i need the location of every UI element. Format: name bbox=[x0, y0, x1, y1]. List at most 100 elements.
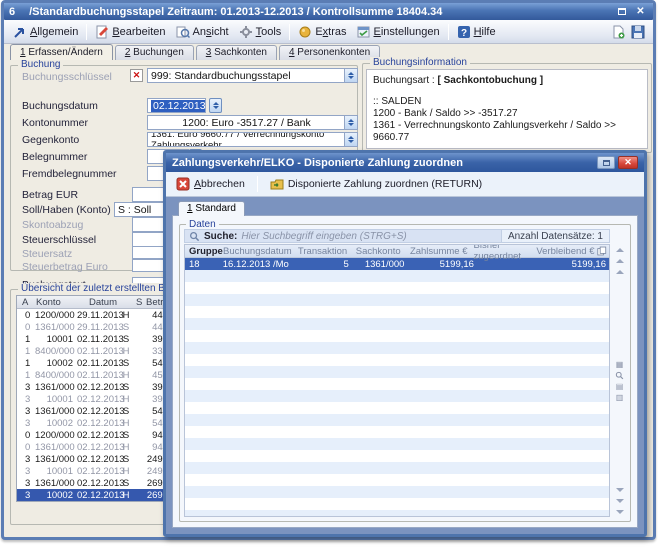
updown-icon[interactable] bbox=[209, 98, 222, 113]
table-row[interactable]: 18400/00002.11.2013H334 bbox=[17, 345, 169, 357]
table-row-empty[interactable] bbox=[185, 366, 609, 378]
save-icon[interactable] bbox=[631, 25, 645, 39]
kontonummer-label: Kontonummer bbox=[22, 117, 88, 129]
scroll-top-icon[interactable] bbox=[612, 244, 627, 255]
menu-extras[interactable]: Extras bbox=[293, 23, 351, 41]
dialog-close-button[interactable]: ✕ bbox=[618, 156, 638, 169]
info-line: 1361 - Verrechnungskonto Zahlungsverkehr… bbox=[373, 120, 641, 144]
buchung-group-label: Buchung bbox=[18, 59, 63, 70]
table-row-empty[interactable] bbox=[185, 306, 609, 318]
toolbar-separator bbox=[86, 24, 87, 40]
menu-tools[interactable]: Tools bbox=[234, 23, 287, 41]
table-row[interactable]: 31361/00002.12.2013S2499 bbox=[17, 453, 169, 465]
sollhaben-label: Soll/Haben (Konto) bbox=[22, 204, 111, 216]
toolbar-separator bbox=[257, 176, 258, 192]
table-row-empty[interactable] bbox=[185, 426, 609, 438]
table-row-empty[interactable] bbox=[185, 354, 609, 366]
table-row[interactable]: 31000202.12.2013H2699 bbox=[17, 489, 169, 501]
table-row[interactable]: 01361/00029.11.2013S446 bbox=[17, 321, 169, 333]
uebersicht-table-header[interactable]: A Konto Datum S Betrag € bbox=[17, 296, 169, 309]
table-row-empty[interactable] bbox=[185, 474, 609, 486]
info-line: :: SALDEN bbox=[373, 96, 641, 108]
table-row[interactable]: 31000102.12.2013H2499 bbox=[17, 465, 169, 477]
assign-payment-button[interactable]: Disponierte Zahlung zuordnen (RETURN) bbox=[265, 175, 487, 193]
table-row-empty[interactable] bbox=[185, 330, 609, 342]
titlebar-number: 6 bbox=[9, 6, 15, 18]
tab-buchungen[interactable]: 2 Buchungen bbox=[115, 45, 194, 60]
clear-button[interactable]: ✕ bbox=[130, 69, 143, 82]
updown-icon[interactable] bbox=[344, 69, 357, 82]
table-row-selected[interactable]: 18 16.12.2013 /Mo 5 1361/000 5199,16 519… bbox=[185, 258, 609, 270]
table-row-empty[interactable] bbox=[185, 390, 609, 402]
scroll-down-page-icon[interactable] bbox=[612, 484, 627, 495]
table-row[interactable]: 31000202.12.2013H546 bbox=[17, 417, 169, 429]
table-row-empty[interactable] bbox=[185, 294, 609, 306]
table-row-empty[interactable] bbox=[185, 462, 609, 474]
cancel-button[interactable]: Abbrechen bbox=[171, 175, 250, 193]
steuerschluessel-label: Steuerschlüssel bbox=[22, 234, 96, 246]
dialog-restore-button[interactable] bbox=[597, 156, 615, 169]
new-document-icon[interactable] bbox=[611, 25, 625, 39]
table-row[interactable]: 01200/00029.11.2013H446 bbox=[17, 309, 169, 321]
table-row-empty[interactable] bbox=[185, 402, 609, 414]
table-row-empty[interactable] bbox=[185, 378, 609, 390]
dialog-table-header[interactable]: Gruppe Buchungsdatum Transaktion Sachkon… bbox=[185, 245, 609, 258]
table-row[interactable]: 01200/00002.12.2013S944 bbox=[17, 429, 169, 441]
kontonummer-combo[interactable]: 1200: Euro -3517.27 / Bank bbox=[147, 115, 358, 130]
scroll-bottom-icon[interactable] bbox=[612, 506, 627, 517]
dialog-title: Zahlungsverkehr/ELKO - Disponierte Zahlu… bbox=[172, 157, 463, 169]
zoom-icon[interactable] bbox=[612, 370, 627, 381]
menu-bearbeiten[interactable]: Bearbeiten bbox=[90, 23, 170, 41]
table-row[interactable]: 01361/00002.12.2013H944 bbox=[17, 441, 169, 453]
scroll-down-icon[interactable] bbox=[612, 495, 627, 506]
tab-personenkonten[interactable]: 4 Personenkonten bbox=[279, 45, 380, 60]
columns-icon[interactable]: ▥ bbox=[612, 392, 627, 403]
dialog-window: Zahlungsverkehr/ELKO - Disponierte Zahlu… bbox=[163, 150, 647, 537]
dialog-tab-standard[interactable]: 1 Standard bbox=[178, 201, 245, 216]
buchungsdatum-input[interactable]: 02.12.2013 bbox=[147, 98, 206, 113]
table-row-empty[interactable] bbox=[185, 318, 609, 330]
scroll-up-icon[interactable] bbox=[612, 255, 627, 266]
table-row-empty[interactable] bbox=[185, 438, 609, 450]
table-row[interactable]: 11000202.11.2013S546 bbox=[17, 357, 169, 369]
tab-erfassen-aendern[interactable]: 1 Erfassen/Ändern bbox=[10, 44, 113, 60]
close-icon: ✕ bbox=[636, 6, 644, 17]
view-icon bbox=[176, 25, 190, 39]
updown-icon[interactable] bbox=[344, 133, 357, 146]
maximize-button[interactable] bbox=[614, 6, 629, 18]
table-row-empty[interactable] bbox=[185, 414, 609, 426]
table-row-empty[interactable] bbox=[185, 342, 609, 354]
menu-hilfe[interactable]: ? Hilfe bbox=[452, 23, 501, 41]
daten-group: Daten Suche: Hier Suchbegriff eingeben (… bbox=[179, 224, 631, 522]
tab-sachkonten[interactable]: 3 Sachkonten bbox=[196, 45, 277, 60]
menu-allgemein[interactable]: Allgemein bbox=[8, 23, 83, 41]
search-label: Suche: bbox=[204, 231, 237, 242]
table-row-empty[interactable] bbox=[185, 450, 609, 462]
menu-ansicht[interactable]: Ansicht bbox=[171, 23, 234, 41]
table-row-empty[interactable] bbox=[185, 486, 609, 498]
table-row[interactable]: 31361/00002.12.2013S2699 bbox=[17, 477, 169, 489]
buchungsschluessel-combo[interactable]: 999: Standardbuchungsstapel bbox=[147, 68, 358, 83]
table-row[interactable]: 31361/00002.12.2013S546 bbox=[17, 405, 169, 417]
grid-icon[interactable]: ▦ bbox=[612, 359, 627, 370]
table-row[interactable]: 31361/00002.12.2013S397 bbox=[17, 381, 169, 393]
table-row-empty[interactable] bbox=[185, 498, 609, 510]
assign-icon bbox=[270, 177, 284, 191]
table-row[interactable]: 31000102.12.2013H397 bbox=[17, 393, 169, 405]
table-row-empty[interactable] bbox=[185, 510, 609, 517]
buchungsinfo-panel: Buchungsart : [ Sachkontobuchung ] :: SA… bbox=[366, 69, 648, 149]
scroll-up-page-icon[interactable] bbox=[612, 266, 627, 277]
table-row-empty[interactable] bbox=[185, 282, 609, 294]
table-row[interactable]: 11000102.11.2013S397 bbox=[17, 333, 169, 345]
close-button[interactable]: ✕ bbox=[633, 6, 648, 18]
restore-icon bbox=[603, 160, 610, 166]
table-row-empty[interactable] bbox=[185, 270, 609, 282]
gegenkonto-combo[interactable]: 1361: Euro 9660.77 / Verrechnungskonto Z… bbox=[147, 132, 358, 147]
menu-einstellungen[interactable]: Einstellungen bbox=[352, 23, 445, 41]
betrag-label: Betrag EUR bbox=[22, 189, 78, 201]
updown-icon[interactable] bbox=[344, 116, 357, 129]
rows-icon[interactable]: ▤ bbox=[612, 381, 627, 392]
skontoabzug-label: Skontoabzug bbox=[22, 219, 83, 231]
table-row[interactable]: 18400/00002.11.2013H459 bbox=[17, 369, 169, 381]
copy-icon[interactable] bbox=[597, 246, 607, 256]
